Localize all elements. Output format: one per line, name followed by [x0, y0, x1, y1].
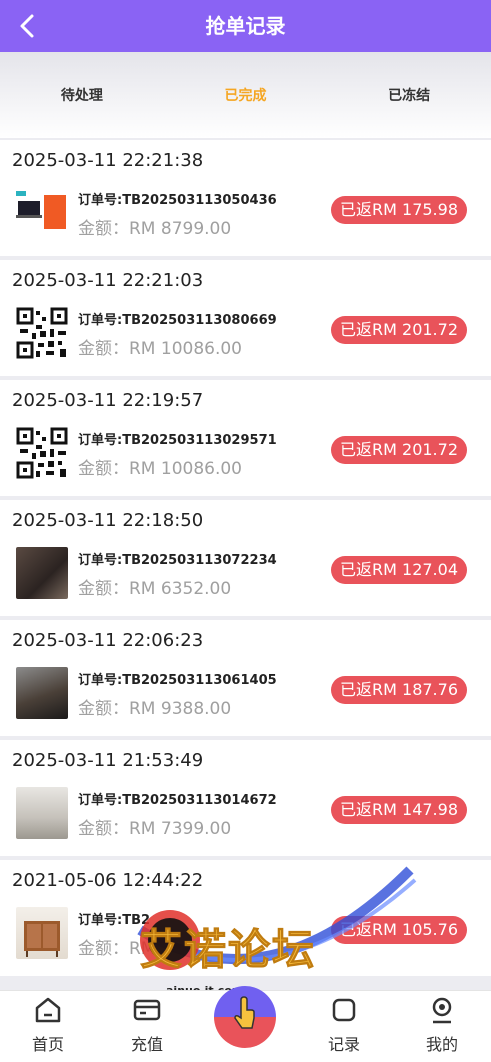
nav-home[interactable]: 首页 [8, 991, 88, 1062]
app-header: 抢单记录 [0, 0, 491, 52]
record-icon [332, 998, 356, 1022]
order-number: 订单号:TB202503113029571 [78, 433, 277, 448]
qr-code-icon [16, 307, 68, 359]
watermark-text: 艾诺论坛 [139, 925, 317, 975]
product-thumbnail [16, 787, 68, 839]
order-number: 订单号:TB202503113080669 [78, 313, 277, 328]
product-thumbnail [16, 187, 68, 239]
order-number: 订单号:TB202503113072234 [78, 553, 277, 568]
tab-frozen[interactable]: 已冻结 [327, 52, 491, 138]
order-time: 2025-03-11 21:53:49 [12, 750, 204, 771]
status-tabs: 待处理 已完成 已冻结 [0, 52, 491, 138]
order-number: 订单号:TB202503113014672 [78, 793, 277, 808]
order-card[interactable]: 2025-03-11 22:18:50 订单号:TB20250311307223… [0, 500, 491, 616]
order-time: 2025-03-11 22:21:03 [12, 270, 204, 291]
nav-records[interactable]: 记录 [304, 991, 384, 1062]
nav-recharge[interactable]: 充值 [107, 991, 187, 1062]
order-time: 2025-03-11 22:21:38 [12, 150, 204, 171]
status-badge: 已返RM 147.98 [331, 796, 467, 824]
status-badge: 已返RM 201.72 [331, 436, 467, 464]
order-number: 订单号:TB202503113050436 [78, 193, 277, 208]
order-time: 2025-03-11 22:19:57 [12, 390, 204, 411]
page-title: 抢单记录 [205, 14, 286, 38]
order-card[interactable]: 2025-03-11 22:19:57 订单号:TB20250311302957… [0, 380, 491, 496]
nav-recharge-label: 充值 [130, 1035, 163, 1054]
status-badge: 已返RM 187.76 [331, 676, 467, 704]
product-thumbnail [16, 547, 68, 599]
status-badge: 已返RM 201.72 [331, 316, 467, 344]
status-badge: 已返RM 127.04 [331, 556, 467, 584]
order-time: 2025-03-11 22:18:50 [12, 510, 204, 531]
nav-profile[interactable]: 我的 [402, 991, 482, 1062]
order-amount: 金额：RM 10086.00 [78, 459, 242, 479]
qr-code-icon [16, 427, 68, 479]
order-amount: 金额：RM 6352.00 [78, 579, 232, 599]
user-icon [432, 997, 452, 1024]
order-amount: 金额：RM 7399.00 [78, 819, 232, 839]
order-amount: 金额：RM 10086.00 [78, 339, 242, 359]
order-amount: 金额：RM 9388.00 [78, 699, 232, 719]
tab-pending[interactable]: 待处理 [0, 52, 164, 138]
home-icon [35, 997, 61, 1023]
tab-completed[interactable]: 已完成 [164, 52, 328, 138]
hand-pointer-icon [234, 996, 255, 1029]
order-amount: 金额：RM 8799.00 [78, 219, 232, 239]
order-card[interactable]: 2025-03-11 21:53:49 订单号:TB20250311301467… [0, 740, 491, 856]
order-card[interactable]: 2025-03-11 22:21:03 订单号:TB20250311308066… [0, 260, 491, 376]
order-card[interactable]: 2025-03-11 22:21:38 订单号:TB20250311305043… [0, 140, 491, 256]
nav-profile-label: 我的 [425, 1035, 458, 1054]
order-card[interactable]: 2025-03-11 22:06:23 订单号:TB20250311306140… [0, 620, 491, 736]
nav-home-label: 首页 [31, 1035, 64, 1054]
product-thumbnail [16, 907, 68, 959]
grab-order-button[interactable] [214, 986, 276, 1048]
nav-records-label: 记录 [327, 1035, 360, 1054]
card-icon [133, 999, 161, 1021]
order-time: 2021-05-06 12:44:22 [12, 870, 204, 891]
product-thumbnail [16, 667, 68, 719]
order-number: 订单号:TB202503113061405 [78, 673, 277, 688]
order-time: 2025-03-11 22:06:23 [12, 630, 204, 651]
status-badge: 已返RM 175.98 [331, 196, 467, 224]
status-badge: 已返RM 105.76 [331, 916, 467, 944]
